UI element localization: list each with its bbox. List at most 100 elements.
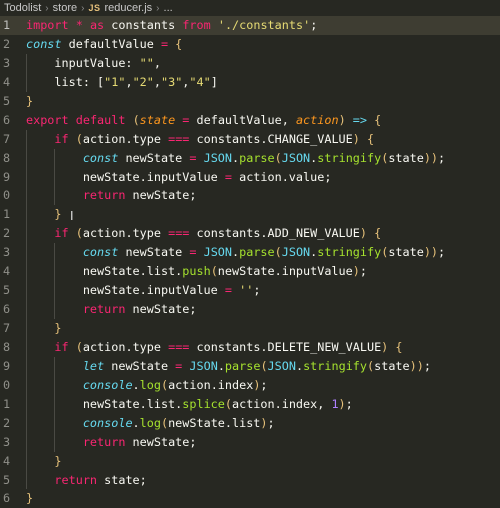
code-line[interactable]: 6} (0, 489, 500, 508)
code-line[interactable]: 3 const newState = JSON.parse(JSON.strin… (0, 243, 500, 263)
breadcrumb-item-store[interactable]: store (53, 2, 77, 14)
code-line[interactable]: 0 return newState; (0, 186, 500, 206)
code-token: newState; (125, 434, 197, 449)
code-token: , (153, 74, 161, 89)
code-text: if (action.type === constants.CHANGE_VAL… (26, 130, 374, 149)
code-text: } (26, 319, 62, 338)
code-token: ) (338, 112, 346, 127)
code-line[interactable]: 0 console.log(action.index); (0, 375, 500, 395)
code-line[interactable]: 4 } (0, 451, 500, 471)
code-token: ; (359, 264, 367, 279)
code-text: } (26, 452, 62, 471)
code-line[interactable]: 5 newState.inputValue = ''; (0, 281, 500, 301)
code-token: === (168, 226, 190, 241)
breadcrumb-item-file[interactable]: reducer.js (104, 2, 152, 14)
code-token: newState.inputValue (26, 283, 225, 298)
code-token: action.index (168, 377, 254, 392)
code-text: return newState; (26, 300, 197, 319)
code-token: as (89, 18, 105, 32)
line-number: 1 (3, 396, 11, 411)
code-line[interactable]: 5} (0, 92, 500, 111)
code-token: "4" (189, 74, 211, 89)
code-token: "2" (132, 74, 154, 89)
code-line[interactable]: 6 return newState; (0, 300, 500, 319)
code-text: console.log(action.index); (26, 376, 268, 395)
code-token: = (160, 36, 169, 51)
code-text: inputValue: "", (26, 54, 161, 73)
code-token: newState (118, 245, 190, 260)
code-token: inputValue: (26, 55, 140, 70)
code-editor[interactable]: 1 import * as constants from './constants… (0, 16, 500, 508)
code-token: ; (438, 245, 446, 260)
code-token: JSON (281, 245, 311, 260)
code-token: } (54, 453, 62, 468)
breadcrumb-item-todolist[interactable]: Todolist (4, 2, 41, 14)
code-token: constants.ADD_NEW_VALUE (189, 226, 360, 241)
code-token: ( (75, 226, 83, 241)
code-token: ) (352, 264, 360, 279)
code-token: action.type (82, 226, 169, 241)
code-text: return state; (26, 471, 146, 490)
code-line[interactable]: 5 return state; (0, 470, 500, 490)
code-token: state (388, 150, 424, 165)
line-number: 3 (3, 55, 11, 70)
code-line[interactable]: 2 console.log(newState.list); (0, 413, 500, 433)
code-text: newState.inputValue = ''; (26, 281, 261, 300)
code-text: let newState = JSON.parse(JSON.stringify… (26, 357, 431, 376)
code-line[interactable]: 6 export default (state = defaultValue, a… (0, 111, 500, 130)
code-line[interactable]: 1 } I (0, 205, 500, 225)
line-number: 5 (3, 93, 11, 108)
code-line[interactable]: 4 newState.list.push(newState.inputValue… (0, 262, 500, 282)
line-number: 5 (3, 472, 11, 487)
code-line[interactable]: 8 const newState = JSON.parse(JSON.strin… (0, 148, 500, 168)
code-token: defaultValue, (189, 112, 296, 127)
code-text: export default (state = defaultValue, ac… (26, 111, 381, 130)
code-token: newState.list (168, 415, 261, 430)
code-line[interactable]: 8 if (action.type === constants.DELETE_N… (0, 337, 500, 357)
line-number: 0 (3, 377, 11, 392)
code-token: return (82, 434, 126, 449)
breadcrumb-item-more[interactable]: ... (164, 2, 173, 14)
code-line[interactable]: 3 inputValue: "", (0, 53, 500, 73)
code-token: = (224, 283, 232, 298)
code-token: } (54, 321, 62, 335)
code-text: console.log(newState.list); (26, 414, 275, 433)
code-token: let (82, 358, 105, 373)
code-line[interactable]: 7 if (action.type === constants.CHANGE_V… (0, 129, 500, 149)
code-token: stringify (317, 245, 382, 260)
code-token: newState.inputValue (26, 169, 225, 184)
line-number: 1 (3, 18, 11, 32)
code-line[interactable]: 3 return newState; (0, 432, 500, 452)
code-token: ( (224, 396, 232, 411)
code-token: ; (423, 358, 431, 373)
code-line[interactable]: 9 newState.inputValue = action.value; (0, 167, 500, 187)
code-token: console (82, 415, 133, 430)
code-token: , (153, 55, 161, 70)
code-token: )) (423, 150, 439, 165)
line-number: 0 (3, 188, 11, 203)
code-line[interactable]: 1 newState.list.splice(action.index, 1); (0, 394, 500, 414)
code-token: )) (423, 245, 439, 260)
code-token: console (82, 377, 133, 392)
line-number: 2 (3, 415, 11, 430)
code-line[interactable]: 1 import * as constants from './constants… (0, 16, 500, 35)
code-line[interactable]: 4 list: ["1","2","3","4"] (0, 72, 500, 92)
code-token: ; (267, 415, 275, 430)
code-line[interactable]: 2 const defaultValue = { (0, 35, 500, 54)
code-token: action.type (82, 131, 169, 146)
code-token: from (182, 18, 211, 32)
code-token: = (224, 169, 232, 184)
code-token: "" (139, 55, 154, 70)
code-line[interactable]: 9 let newState = JSON.parse(JSON.stringi… (0, 356, 500, 376)
code-line[interactable]: 2 if (action.type === constants.ADD_NEW_… (0, 224, 500, 244)
code-line[interactable]: 7 } (0, 319, 500, 338)
